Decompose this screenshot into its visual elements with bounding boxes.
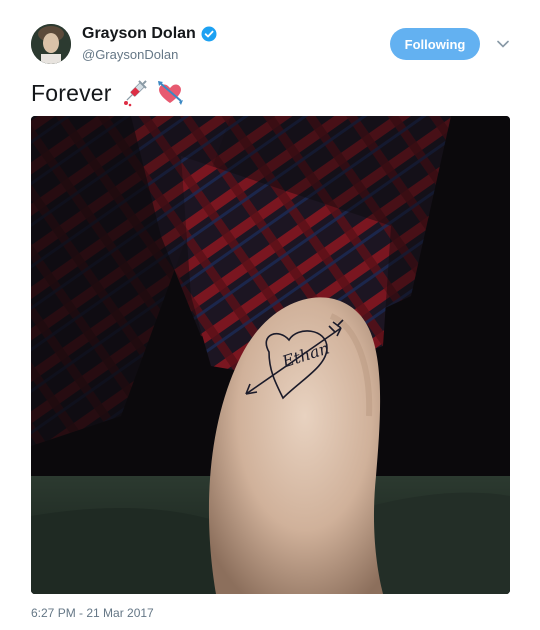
tweet-text-content: Forever — [31, 79, 112, 106]
avatar[interactable] — [31, 24, 71, 64]
chevron-down-icon — [497, 35, 509, 53]
verified-badge-icon — [201, 26, 217, 42]
tweet-header: Grayson Dolan @GraysonDolan Following — [0, 0, 540, 72]
more-options-button[interactable] — [494, 36, 512, 52]
display-name[interactable]: Grayson Dolan — [82, 25, 196, 43]
tweet-timestamp[interactable]: 6:27 PM - 21 Mar 2017 — [31, 606, 154, 620]
heart-with-arrow-icon — [156, 79, 184, 107]
tweet-media-photo[interactable]: Ethan — [31, 116, 510, 594]
following-button[interactable]: Following — [390, 28, 480, 60]
name-row: Grayson Dolan — [82, 25, 217, 43]
syringe-icon — [120, 79, 148, 107]
tweet-text: Forever — [31, 79, 184, 107]
user-handle[interactable]: @GraysonDolan — [82, 47, 178, 62]
